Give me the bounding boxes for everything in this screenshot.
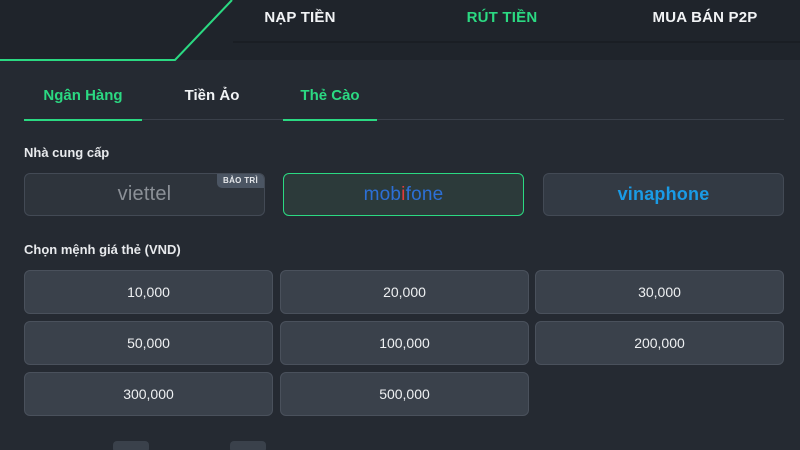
mobifone-logo-part: mob <box>363 183 402 205</box>
top-navigation: NẠP TIỀN RÚT TIỀN MUA BÁN P2P <box>0 0 800 61</box>
tab-mua-ban-p2p[interactable]: MUA BÁN P2P <box>625 8 785 28</box>
tab-ngan-hang-label: Ngân Hàng <box>43 87 123 104</box>
denomination-option[interactable]: 50,000 <box>24 321 273 365</box>
mobifone-logo: mobifone <box>364 184 444 206</box>
cropped-control <box>113 441 149 450</box>
denomination-option[interactable]: 10,000 <box>24 270 273 314</box>
tab-tien-ao[interactable]: Tiền Ảo <box>164 82 260 120</box>
tab-ngan-hang[interactable]: Ngân Hàng <box>24 82 142 121</box>
tab-underline <box>283 119 377 121</box>
withdraw-method-tabs: Ngân Hàng Tiền Ảo Thẻ Cào <box>24 82 784 121</box>
denomination-option[interactable]: 300,000 <box>24 372 273 416</box>
provider-mobifone[interactable]: mobifone <box>283 173 524 216</box>
provider-label: Nhà cung cấp <box>24 145 110 160</box>
viettel-logo: viettel <box>117 183 172 205</box>
tab-the-cao[interactable]: Thẻ Cào <box>283 82 377 121</box>
cropped-control <box>230 441 266 450</box>
denomination-option[interactable]: 30,000 <box>535 270 784 314</box>
denomination-option[interactable]: 500,000 <box>280 372 529 416</box>
tab-rut-tien[interactable]: RÚT TIỀN <box>442 8 562 28</box>
maintenance-badge: BẢO TRÌ <box>217 174 264 188</box>
tab-the-cao-label: Thẻ Cào <box>300 87 360 104</box>
denomination-label: Chọn mệnh giá thẻ (VND) <box>24 242 181 257</box>
vinaphone-logo: vinaphone <box>617 184 710 204</box>
tab-nap-tien[interactable]: NẠP TIỀN <box>240 8 360 28</box>
tab-underline <box>24 119 142 121</box>
denomination-option[interactable]: 20,000 <box>280 270 529 314</box>
mobifone-logo-part: fone <box>405 183 444 205</box>
denomination-option[interactable]: 100,000 <box>280 321 529 365</box>
denomination-option[interactable]: 200,000 <box>535 321 784 365</box>
provider-vinaphone[interactable]: vinaphone <box>543 173 784 216</box>
tab-tien-ao-label: Tiền Ảo <box>184 87 240 104</box>
provider-viettel[interactable]: viettel BẢO TRÌ <box>24 173 265 216</box>
